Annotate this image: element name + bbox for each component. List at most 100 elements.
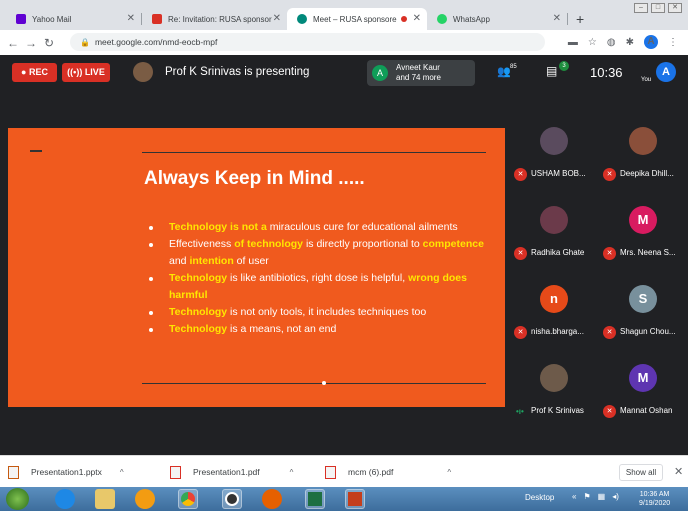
meet-icon [297, 14, 307, 24]
minimize-icon[interactable]: – [634, 3, 648, 13]
circle-play-icon [225, 492, 239, 506]
presentation-slide: Always Keep in Mind ..... Technology is … [8, 128, 505, 407]
toolbar-icons: ▬ ☆ ◍ ✱ A ⋮ [568, 35, 678, 49]
reload-icon[interactable]: ↻ [40, 36, 58, 50]
participant-name: Mrs. Neena S... [620, 248, 676, 257]
volume-icon[interactable]: ◂) [612, 492, 619, 501]
tray-clock[interactable]: 10:36 AM 9/19/2020 [639, 490, 670, 508]
show-hidden-icons-icon[interactable]: « [572, 492, 576, 501]
firefox-icon[interactable] [262, 489, 282, 509]
slide-top-rule [142, 152, 486, 153]
back-arrow-icon[interactable]: ← [4, 36, 22, 50]
participant-tile[interactable]: S ✕ Shagun Chou... [599, 283, 688, 347]
bullet-text: and [169, 255, 190, 267]
tab-strip: Yahoo Mail ✕ Re: Invitation: RUSA sponso… [6, 8, 688, 30]
puzzle-icon[interactable]: ✱ [626, 37, 634, 48]
close-window-icon[interactable]: ✕ [668, 3, 682, 13]
close-icon[interactable]: ✕ [674, 465, 683, 478]
recording-dot-icon [401, 16, 407, 22]
profile-avatar[interactable]: A [644, 35, 658, 49]
lock-icon[interactable]: 🔒 [80, 38, 90, 47]
rec-badge[interactable]: ● REC [12, 63, 57, 82]
close-icon[interactable]: ✕ [553, 13, 561, 24]
gmail-icon [152, 14, 162, 24]
media-taskbar-button[interactable] [222, 489, 242, 509]
slide-bullet: Technology is not only tools, it include… [149, 304, 489, 321]
tab-gmail-invitation[interactable]: Re: Invitation: RUSA sponsor ✕ [142, 8, 287, 30]
ie-icon[interactable] [55, 489, 75, 509]
participant-avatar [540, 364, 568, 392]
participant-name: Deepika Dhill... [620, 169, 674, 178]
forward-arrow-icon[interactable]: → [22, 36, 40, 50]
highlighted-text: of technology [234, 238, 304, 250]
tray-date: 9/19/2020 [639, 500, 671, 507]
highlighted-text: Technology [169, 272, 228, 284]
folder-icon[interactable] [95, 489, 115, 509]
meeting-clock: 10:36 [590, 65, 623, 80]
close-icon[interactable]: ✕ [127, 13, 135, 24]
show-all-button[interactable]: Show all [619, 464, 663, 481]
url-bar[interactable]: 🔒 meet.google.com/nmd-eocb-mpf [70, 33, 545, 51]
bullet-text: Effectiveness [169, 238, 235, 250]
close-icon[interactable]: ✕ [413, 13, 421, 24]
cast-icon[interactable]: ▬ [568, 37, 578, 48]
star-icon[interactable]: ☆ [588, 37, 597, 48]
media-player-icon[interactable] [135, 489, 155, 509]
mic-off-icon: ✕ [514, 326, 527, 339]
slide-bullet: Technology is like antibiotics, right do… [149, 270, 489, 304]
tray-time: 10:36 AM [639, 491, 670, 498]
slide-bullet: Technology is not a miraculous cure for … [149, 219, 489, 236]
slide-bottom-rule [142, 383, 486, 384]
participants-chip-text: Avneet Kaur and 74 more [396, 63, 441, 83]
participant-tile[interactable]: n ✕ nisha.bharga... [510, 283, 599, 347]
windows-taskbar: Desktop « ⚑ ▦ ◂) 10:36 AM 9/19/2020 [0, 487, 688, 511]
tab-meet[interactable]: Meet – RUSA sponsore ✕ [287, 8, 427, 30]
you-avatar[interactable]: A [656, 62, 676, 82]
close-icon[interactable]: ✕ [273, 13, 281, 24]
bullet-text: miraculous cure for educational ailments [266, 221, 458, 233]
download-item[interactable]: mcm (6).pdf ^ [325, 464, 451, 480]
new-tab-plus-icon[interactable]: + [576, 11, 584, 27]
pdf-file-icon [170, 465, 181, 479]
powerpoint-taskbar-button[interactable] [345, 489, 365, 509]
tab-yahoo-mail[interactable]: Yahoo Mail ✕ [6, 8, 141, 30]
participant-tile[interactable]: ✕ USHAM BOB... [510, 125, 599, 189]
desktop-label[interactable]: Desktop [525, 493, 554, 502]
participant-name: Shagun Chou... [620, 327, 676, 336]
download-item[interactable]: Presentation1.pdf ^ [170, 464, 293, 480]
participant-name: Mannat Oshan [620, 406, 673, 415]
tab-whatsapp[interactable]: WhatsApp ✕ [427, 8, 567, 30]
participant-tile[interactable]: •ı• Prof K Srinivas [510, 362, 599, 426]
yahoo-mail-icon [16, 14, 26, 24]
chat-badge: 3 [559, 61, 569, 71]
participant-tile[interactable]: ✕ Deepika Dhill... [599, 125, 688, 189]
chevron-up-icon[interactable]: ^ [290, 468, 294, 477]
start-button[interactable] [6, 488, 29, 510]
participant-tile[interactable]: ✕ Radhika Ghate [510, 204, 599, 268]
maximize-icon[interactable]: □ [651, 3, 665, 13]
excel-taskbar-button[interactable] [305, 489, 325, 509]
flag-icon[interactable]: ⚑ [583, 492, 590, 501]
extension-icon[interactable]: ◍ [607, 37, 616, 48]
live-badge[interactable]: ((•)) LIVE [62, 63, 110, 82]
url-text: meet.google.com/nmd-eocb-mpf [94, 37, 218, 47]
participant-name: USHAM BOB... [531, 169, 586, 178]
slide-title: Always Keep in Mind ..... [144, 168, 365, 189]
window-controls: – □ ✕ [634, 3, 682, 13]
slide-bullet: Effectiveness of technology is directly … [149, 236, 489, 270]
chevron-up-icon[interactable]: ^ [120, 468, 124, 477]
bullet-text: is like antibiotics, right dose is helpf… [227, 272, 409, 284]
participant-tile[interactable]: M ✕ Mrs. Neena S... [599, 204, 688, 268]
powerpoint-icon [348, 492, 362, 506]
participants-chip[interactable]: A Avneet Kaur and 74 more [367, 60, 475, 86]
participant-tile[interactable]: M ✕ Mannat Oshan [599, 362, 688, 426]
address-bar-row: ← → ↻ 🔒 meet.google.com/nmd-eocb-mpf ▬ ☆… [0, 30, 688, 55]
chrome-taskbar-button[interactable] [178, 489, 198, 509]
chevron-up-icon[interactable]: ^ [447, 468, 451, 477]
network-icon[interactable]: ▦ [598, 492, 606, 501]
menu-dots-icon[interactable]: ⋮ [668, 37, 678, 48]
download-item[interactable]: Presentation1.pptx ^ [8, 464, 124, 480]
people-icon[interactable]: 👥 [497, 65, 511, 78]
chat-icon[interactable]: ▤ [546, 64, 557, 78]
chrome-icon [181, 492, 195, 506]
